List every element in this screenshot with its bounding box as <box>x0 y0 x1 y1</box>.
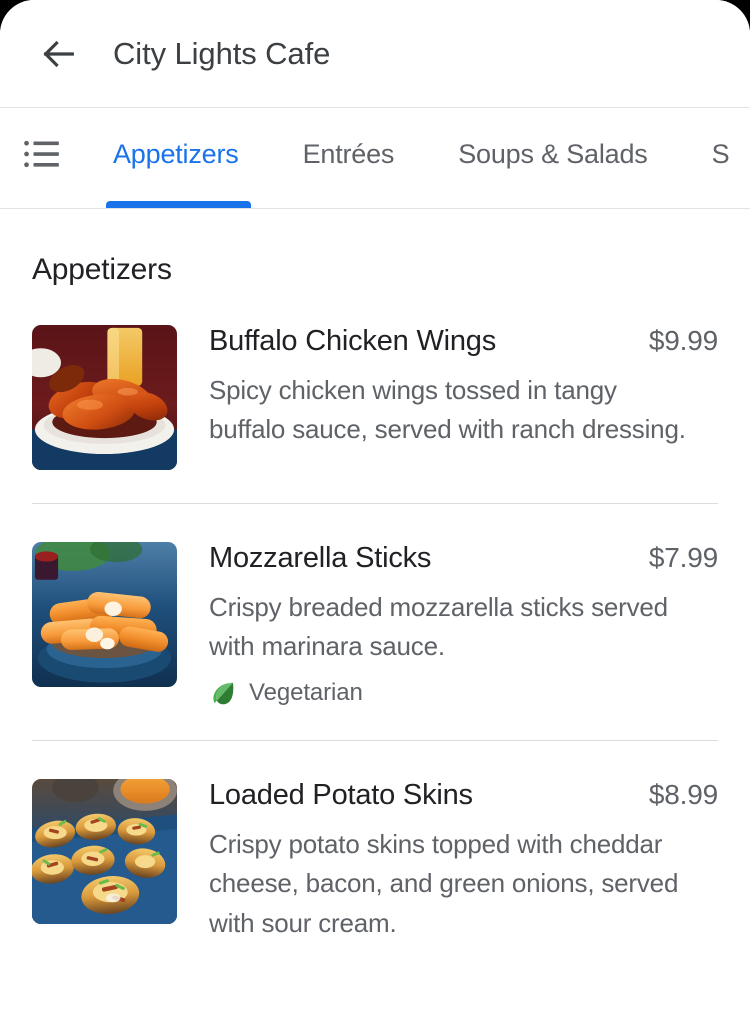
dietary-tag: Vegetarian <box>209 679 718 707</box>
menu-item-name: Loaded Potato Skins <box>209 778 473 811</box>
leaf-icon <box>209 679 237 707</box>
phone-frame: City Lights Cafe Appetizers Entrées Soup… <box>0 0 750 1010</box>
menu-item-header: Mozzarella Sticks $7.99 <box>209 542 718 575</box>
tabs-scroll-container[interactable]: Appetizers Entrées Soups & Salads S <box>86 108 750 208</box>
menu-item-description: Crispy potato skins topped with cheddar … <box>209 828 679 938</box>
page-title: City Lights Cafe <box>113 35 331 71</box>
mozzarella-sticks-photo <box>32 542 177 687</box>
dietary-tag-label: Vegetarian <box>249 678 363 706</box>
back-button[interactable] <box>36 31 82 77</box>
menu-item-header: Loaded Potato Skins $8.99 <box>209 779 718 812</box>
category-tab-bar: Appetizers Entrées Soups & Salads S <box>0 108 750 209</box>
app-bar: City Lights Cafe <box>0 0 750 108</box>
menu-item-info: Loaded Potato Skins $8.99 Crispy potato … <box>177 779 718 943</box>
menu-item-description: Crispy breaded mozzarella sticks served … <box>209 591 668 662</box>
menu-item-row[interactable]: Buffalo Chicken Wings $9.99 Spicy chicke… <box>0 287 750 470</box>
menu-item-name: Mozzarella Sticks <box>209 542 432 574</box>
arrow-left-icon <box>39 34 79 74</box>
section-heading: Appetizers <box>32 253 172 286</box>
menu-item-info: Mozzarella Sticks $7.99 Crispy breaded m… <box>177 542 718 707</box>
menu-item-header: Buffalo Chicken Wings $9.99 <box>209 325 718 358</box>
menu-item-row[interactable]: Mozzarella Sticks $7.99 Crispy breaded m… <box>0 504 750 707</box>
menu-item-price: $9.99 <box>648 325 718 356</box>
app-card: City Lights Cafe Appetizers Entrées Soup… <box>0 0 750 1010</box>
loaded-potato-skins-photo <box>32 778 177 924</box>
menu-item-name: Buffalo Chicken Wings <box>209 325 497 357</box>
tab-entrees[interactable]: Entrées <box>271 108 427 208</box>
menu-scroll-area[interactable]: Appetizers Buffalo Chicken Wings $9.99 S… <box>0 209 750 1009</box>
tab-soups-and-salads[interactable]: Soups & Salads <box>426 108 679 208</box>
menu-item-description: Spicy chicken wings tossed in tangy buff… <box>209 374 686 445</box>
buffalo-chicken-wings-photo <box>32 325 177 470</box>
menu-item-price: $7.99 <box>648 542 718 573</box>
tab-appetizers[interactable]: Appetizers <box>86 108 271 208</box>
list-bulleted-icon[interactable] <box>0 108 86 208</box>
menu-item-info: Buffalo Chicken Wings $9.99 Spicy chicke… <box>177 325 718 450</box>
menu-item-row[interactable]: Loaded Potato Skins $8.99 Crispy potato … <box>0 741 750 943</box>
tab-partial-next[interactable]: S <box>680 108 750 208</box>
menu-item-price: $8.99 <box>648 778 718 810</box>
